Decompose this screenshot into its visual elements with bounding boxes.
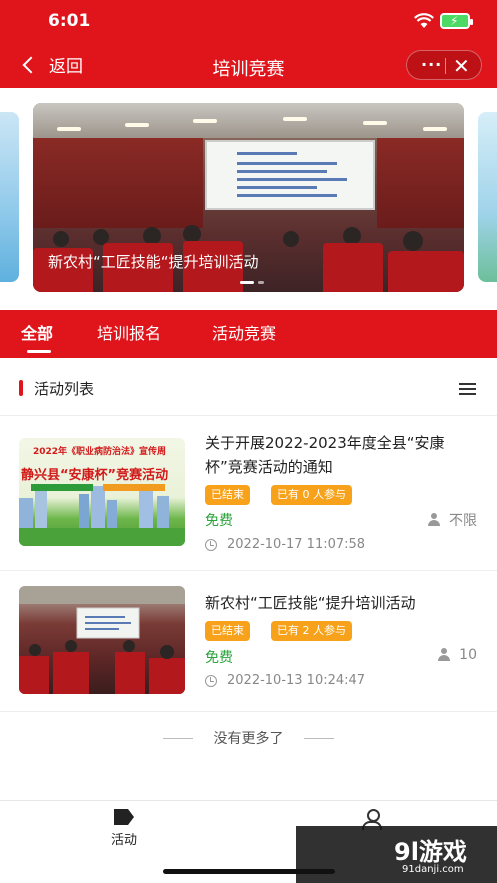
menu-icon[interactable] (459, 383, 476, 398)
time-value: 2022-10-13 10:24:47 (227, 673, 366, 688)
banner-ceiling (33, 103, 464, 138)
category-tabs: 全部 培训报名 活动竞赛 (0, 310, 497, 358)
banner-caption: 新农村“工匠技能“提升培训活动 (48, 253, 259, 271)
status-badge: 已结束 (205, 485, 250, 505)
bottom-tab-label: 活动 (110, 833, 137, 848)
app-header: 6:01 ⚡ 返回 培训竞赛 ··· ✕ (0, 0, 497, 88)
tab-training-signup[interactable]: 培训报名 (97, 320, 161, 344)
divider (0, 711, 497, 712)
bottom-tab-activity[interactable]: 活动 (84, 809, 164, 848)
thumbnail-title-1: 2022年《职业病防治法》宣传周 (33, 447, 167, 457)
limit-value: 不限 (449, 513, 477, 529)
item-title: 新农村“工匠技能“提升培训活动 (205, 594, 416, 612)
banner-projector-screen (205, 140, 375, 210)
tab-activity-contest[interactable]: 活动竞赛 (212, 320, 276, 344)
banner-wall-left (33, 138, 203, 228)
item-limit: 不限 (427, 510, 477, 530)
item-time: 2022-10-13 10:24:47 (205, 673, 365, 688)
item-thumbnail: 2022年《职业病防治法》宣传周 静兴县“安康杯”竞赛活动 (19, 438, 185, 546)
home-indicator (163, 869, 335, 874)
banner-slide[interactable]: 新农村“工匠技能“提升培训活动 (33, 103, 464, 292)
list-item[interactable]: 2022年《职业病防治法》宣传周 静兴县“安康杯”竞赛活动 关于开展2022-2… (0, 417, 497, 570)
no-more-line-right (304, 738, 334, 739)
battery-icon: ⚡ (440, 13, 473, 29)
item-thumbnail (19, 586, 185, 694)
section-accent-bar (19, 380, 23, 396)
banner-prev-slide[interactable] (0, 112, 19, 282)
carousel-indicator (240, 281, 264, 284)
banner-next-slide[interactable] (478, 112, 497, 282)
banner-carousel: 新农村“工匠技能“提升培训活动 (0, 88, 497, 310)
item-price: 免费 (205, 513, 233, 529)
banner-wall-right (377, 138, 464, 228)
watermark-logo: 9l游戏 (394, 838, 467, 866)
thumbnail-title-2: 静兴县“安康杯”竞赛活动 (21, 468, 169, 483)
more-icon[interactable]: ··· (421, 55, 442, 74)
no-more-text: 没有更多了 (213, 731, 284, 747)
person-icon (437, 648, 451, 662)
status-badge: 已结束 (205, 621, 250, 641)
list-header: 活动列表 (0, 358, 497, 416)
participants-badge: 已有 2 人参与 (271, 621, 352, 641)
clock-icon (205, 674, 217, 687)
time-value: 2022-10-17 11:07:58 (227, 537, 366, 552)
close-icon[interactable]: ✕ (453, 54, 470, 78)
wifi-icon (414, 13, 434, 28)
item-title: 关于开展2022-2023年度全县“安康杯”竞赛活动的通知 (205, 434, 445, 476)
watermark-url: 91danji.com (402, 864, 464, 875)
thumbnail-graphic (19, 586, 185, 694)
tag-icon (114, 809, 134, 825)
item-time: 2022-10-17 11:07:58 (205, 537, 365, 552)
active-tab-indicator (27, 350, 51, 353)
no-more-indicator: 没有更多了 (0, 728, 497, 748)
tab-all[interactable]: 全部 (21, 320, 53, 344)
item-price: 免费 (205, 650, 233, 666)
capsule-divider (445, 58, 446, 74)
person-icon (427, 513, 441, 527)
no-more-line-left (163, 738, 193, 739)
miniprogram-capsule: ··· ✕ (406, 50, 482, 80)
list-title: 活动列表 (34, 380, 95, 398)
list-item[interactable]: 新农村“工匠技能“提升培训活动 已结束 已有 2 人参与 免费 10 2022-… (0, 571, 497, 711)
clock-icon (205, 538, 217, 551)
item-limit: 10 (437, 647, 477, 663)
status-time: 6:01 (48, 11, 91, 31)
participants-badge: 已有 0 人参与 (271, 485, 352, 505)
limit-value: 10 (459, 647, 477, 663)
